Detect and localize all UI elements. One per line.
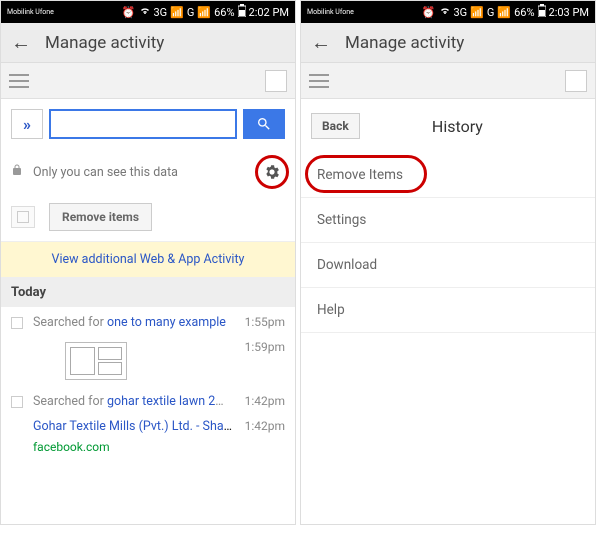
battery-icon	[538, 4, 546, 20]
back-arrow-icon[interactable]: ←	[11, 30, 31, 55]
account-placeholder[interactable]	[565, 70, 587, 92]
remove-items-button[interactable]: Remove items	[49, 203, 152, 231]
alarm-icon: ⏰	[122, 6, 136, 19]
menu-help[interactable]: Help	[301, 288, 595, 333]
checkbox-icon	[17, 211, 29, 223]
battery-pct: 66%	[214, 6, 234, 19]
battery-icon	[238, 4, 246, 20]
expand-icon[interactable]: »	[11, 109, 43, 139]
app-bar: ← Manage activity	[301, 23, 595, 63]
select-all-checkbox[interactable]	[11, 206, 35, 228]
search-input[interactable]	[49, 109, 237, 139]
row-time: 1:42pm	[245, 394, 285, 408]
section-today: Today	[1, 278, 295, 307]
menu-remove-items[interactable]: Remove Items	[301, 153, 595, 198]
carrier-label: Mobilink Ufone	[307, 9, 354, 16]
page-title: Manage activity	[45, 33, 164, 53]
clock-label: 2:02 PM	[249, 6, 289, 19]
row-checkbox[interactable]	[11, 396, 23, 408]
history-title: History	[330, 117, 585, 136]
phone-right: Mobilink Ufone ⏰ 3G 📶 G 📶 66% 2:03 PM ← …	[300, 0, 596, 525]
red-highlight-gear	[255, 155, 289, 189]
row-query-link[interactable]: one to many example	[107, 315, 226, 330]
row-text: Searched for gohar textile lawn 2015	[33, 394, 231, 409]
result-domain[interactable]: facebook.com	[33, 440, 110, 454]
privacy-row: Only you can see this data	[1, 147, 295, 199]
row-checkbox[interactable]	[11, 317, 23, 329]
activity-row[interactable]: 1:59pm	[1, 338, 295, 386]
row-text: Searched for one to many example	[33, 315, 231, 330]
signal-icon-2: 📶	[497, 6, 511, 19]
remove-row: Remove items	[1, 199, 295, 241]
menu-download[interactable]: Download	[301, 243, 595, 288]
row-prefix: Searched for	[33, 315, 107, 330]
activity-row[interactable]: Searched for one to many example 1:55pm	[1, 307, 295, 338]
page-title: Manage activity	[345, 33, 464, 53]
lock-icon	[11, 163, 23, 181]
carrier-label: Mobilink Ufone	[7, 9, 54, 16]
row-time: 1:55pm	[245, 315, 285, 329]
app-bar: ← Manage activity	[1, 23, 295, 63]
signal-g-label: G	[487, 6, 495, 19]
menu-settings[interactable]: Settings	[301, 198, 595, 243]
status-bar: Mobilink Ufone ⏰ 3G 📶 G 📶 66% 2:02 PM	[1, 1, 295, 23]
hamburger-icon[interactable]	[309, 74, 329, 88]
search-icon	[256, 116, 272, 132]
hamburger-icon[interactable]	[9, 74, 29, 88]
wifi-icon	[139, 5, 151, 20]
battery-pct: 66%	[514, 6, 534, 19]
clock-label: 2:03 PM	[549, 6, 589, 19]
account-placeholder[interactable]	[265, 70, 287, 92]
alarm-icon: ⏰	[422, 6, 436, 19]
signal-3g-label: 3G	[454, 6, 468, 19]
activity-row-domain: facebook.com	[1, 440, 295, 461]
phone-left: Mobilink Ufone ⏰ 3G 📶 G 📶 66% 2:02 PM ← …	[0, 0, 296, 525]
row-prefix: Searched for	[33, 394, 107, 409]
gear-icon[interactable]	[263, 163, 281, 181]
privacy-text: Only you can see this data	[33, 165, 178, 180]
search-button[interactable]	[243, 109, 285, 139]
back-arrow-icon[interactable]: ←	[311, 30, 331, 55]
signal-icon: 📶	[470, 6, 484, 19]
row-time: 1:59pm	[245, 340, 285, 354]
wifi-icon	[439, 5, 451, 20]
row-time: 1:42pm	[245, 419, 285, 433]
signal-icon-2: 📶	[197, 6, 211, 19]
result-link[interactable]: Gohar Textile Mills (Pvt.) Ltd. - Shah..…	[33, 419, 235, 434]
signal-3g-label: 3G	[154, 6, 168, 19]
search-row: »	[1, 99, 295, 147]
row-query-link[interactable]: gohar textile lawn 2015	[107, 394, 231, 409]
history-header: Back History	[301, 99, 595, 153]
activity-row[interactable]: Searched for gohar textile lawn 2015 1:4…	[1, 386, 295, 417]
toolbar	[301, 63, 595, 99]
toolbar	[1, 63, 295, 99]
view-additional-banner[interactable]: View additional Web & App Activity	[1, 241, 295, 278]
status-bar: Mobilink Ufone ⏰ 3G 📶 G 📶 66% 2:03 PM	[301, 1, 595, 23]
signal-icon: 📶	[170, 6, 184, 19]
activity-row[interactable]: Gohar Textile Mills (Pvt.) Ltd. - Shah..…	[1, 417, 295, 440]
thumbnail-icon[interactable]	[65, 342, 127, 380]
signal-g-label: G	[187, 6, 195, 19]
